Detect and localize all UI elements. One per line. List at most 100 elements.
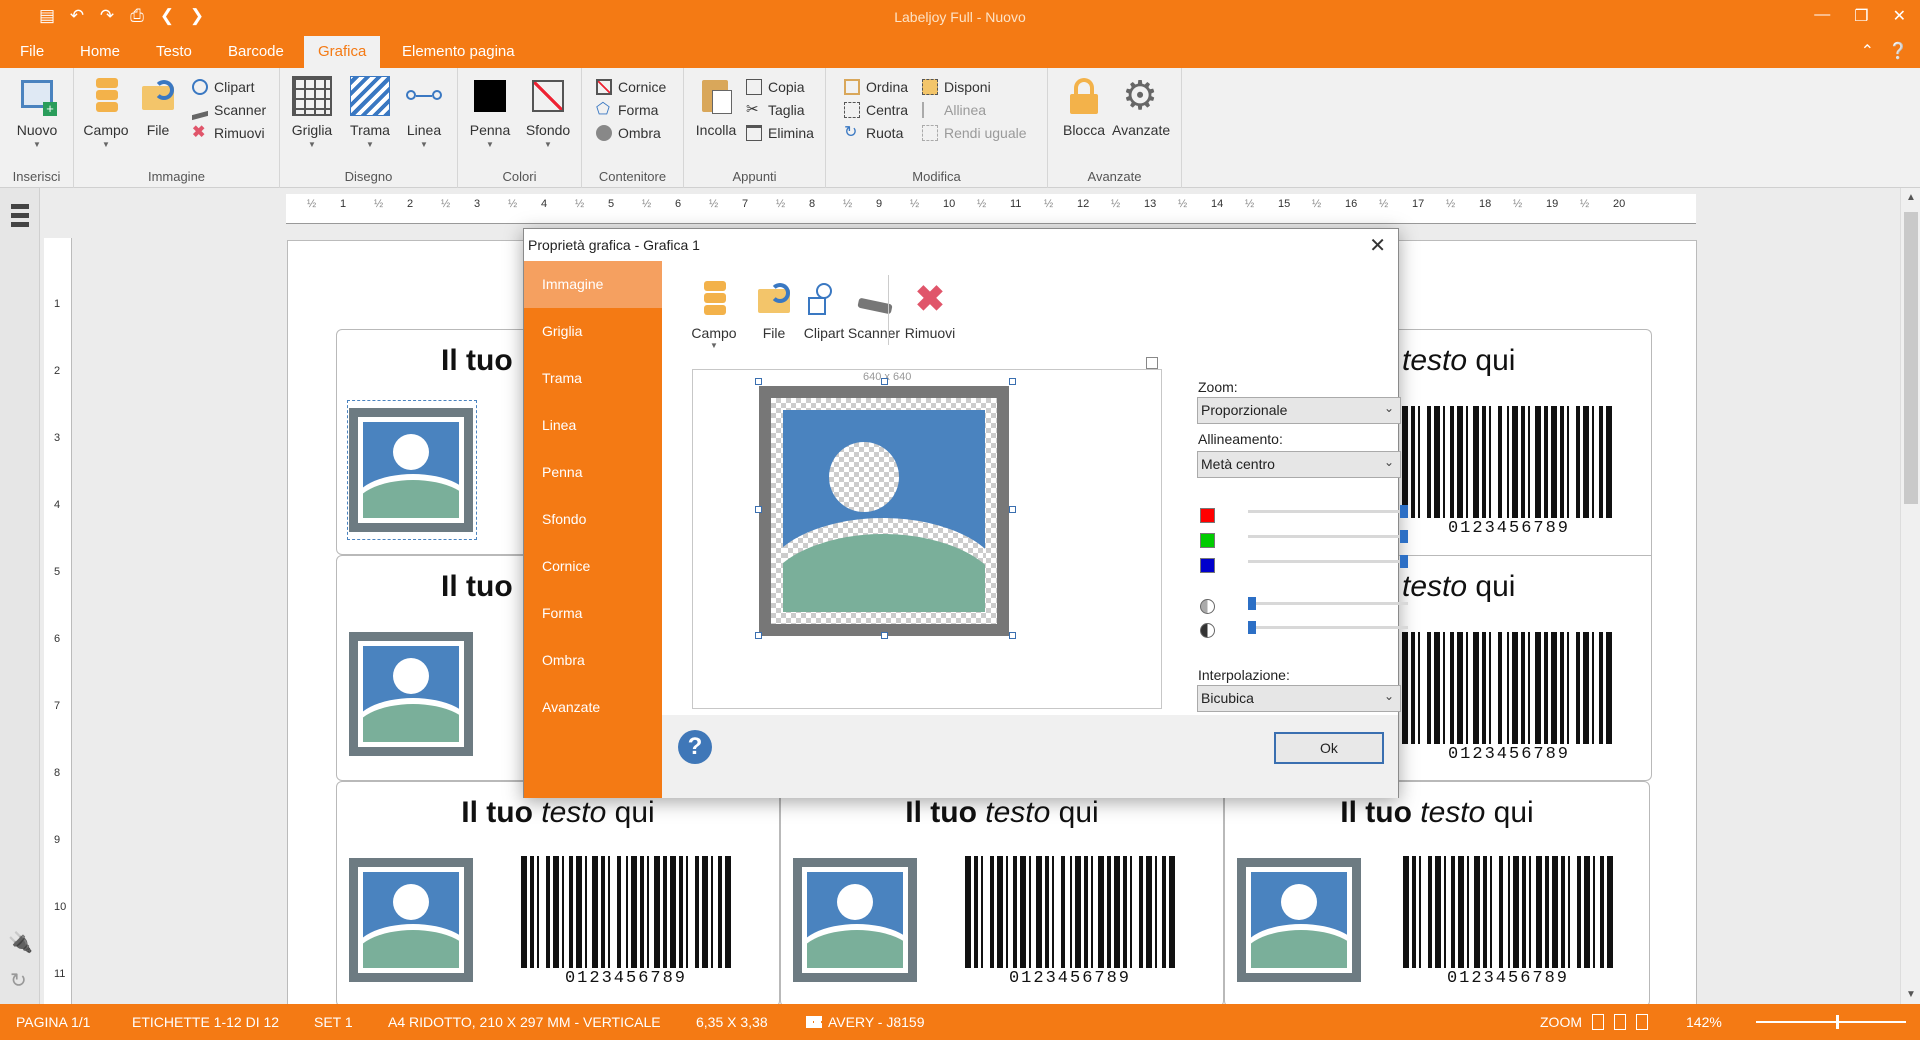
zoom-select[interactable]: Proporzionale ⌄ <box>1197 397 1401 424</box>
scroll-thumb[interactable] <box>1904 212 1918 504</box>
slider-thumb[interactable] <box>1248 621 1256 634</box>
elimina-button[interactable]: Elimina <box>746 122 814 144</box>
tab-elemento-pagina[interactable]: Elemento pagina <box>388 36 529 68</box>
blue-slider[interactable] <box>1248 555 1408 569</box>
sfondo-button[interactable]: Sfondo ▼ <box>520 76 576 149</box>
avanzate-button[interactable]: ⚙ Avanzate <box>1112 76 1170 138</box>
sidebar-item-avanzate[interactable]: Avanzate <box>524 684 662 731</box>
incolla-button[interactable]: Incolla <box>688 76 744 138</box>
slider-thumb[interactable] <box>1400 555 1408 568</box>
slider-thumb[interactable] <box>1400 505 1408 518</box>
resize-handle[interactable] <box>755 632 762 639</box>
resize-handle[interactable] <box>1009 506 1016 513</box>
label-8[interactable]: Il tuo testo qui 0123456789 <box>780 781 1224 1007</box>
sidebar-item-trama[interactable]: Trama <box>524 355 662 402</box>
scanner-button[interactable]: Scanner <box>192 99 266 121</box>
resize-handle[interactable] <box>755 378 762 385</box>
scroll-up-icon[interactable]: ▲ <box>1906 192 1916 203</box>
barcode[interactable]: 0123456789 <box>1400 406 1618 538</box>
label-7[interactable]: Il tuo testo qui 0123456789 <box>336 781 780 1007</box>
clipart-button[interactable]: Clipart <box>192 76 254 98</box>
tab-grafica[interactable]: Grafica <box>304 36 381 68</box>
dialog-rimuovi-button[interactable]: ✖ Rimuovi <box>900 279 960 342</box>
resize-handle[interactable] <box>881 632 888 639</box>
centra-button[interactable]: Centra <box>844 99 908 121</box>
zoom-slider-thumb[interactable] <box>1836 1015 1839 1029</box>
scroll-down-icon[interactable]: ▼ <box>1906 989 1916 1000</box>
dialog-campo-button[interactable]: Campo ▼ <box>684 279 744 350</box>
refresh-icon[interactable]: ↻ <box>10 968 27 993</box>
sidebar-item-sfondo[interactable]: Sfondo <box>524 496 662 543</box>
interpolation-select[interactable]: Bicubica ⌄ <box>1197 685 1401 712</box>
trama-button[interactable]: Trama ▼ <box>342 76 398 149</box>
blocca-button[interactable]: Blocca <box>1056 76 1112 138</box>
sidebar-item-cornice[interactable]: Cornice <box>524 543 662 590</box>
green-slider[interactable] <box>1248 530 1408 544</box>
vertical-scrollbar[interactable]: ▲ ▼ <box>1900 188 1920 1004</box>
ok-button[interactable]: Ok <box>1274 732 1384 764</box>
file-button[interactable]: File <box>130 76 186 138</box>
rimuovi-button[interactable]: ✖ Rimuovi <box>192 122 265 144</box>
griglia-button[interactable]: Griglia ▼ <box>284 76 340 149</box>
restore-icon[interactable]: ❐ <box>1854 6 1868 26</box>
resize-handle[interactable] <box>881 378 888 385</box>
brightness-slider[interactable] <box>1248 597 1408 611</box>
resize-handle[interactable] <box>1009 378 1016 385</box>
contrast-slider[interactable] <box>1248 621 1408 635</box>
tab-testo[interactable]: Testo <box>142 36 206 68</box>
copia-button[interactable]: Copia <box>746 76 805 98</box>
fit-page-icon[interactable] <box>1592 1014 1604 1030</box>
barcode[interactable]: 0123456789 <box>519 856 733 988</box>
fit-width-icon[interactable] <box>1614 1014 1626 1030</box>
sidebar-item-forma[interactable]: Forma <box>524 590 662 637</box>
slider-thumb[interactable] <box>1400 530 1408 543</box>
plugin-icon[interactable]: 🔌 <box>8 930 33 955</box>
label-image[interactable] <box>349 632 473 756</box>
taglia-button[interactable]: ✂ Taglia <box>746 99 805 121</box>
barcode[interactable]: 0123456789 <box>1400 632 1618 764</box>
label-9[interactable]: Il tuo testo qui 0123456789 <box>1224 781 1650 1007</box>
barcode[interactable]: 0123456789 <box>963 856 1177 988</box>
campo-button[interactable]: Campo ▼ <box>78 76 134 149</box>
cornice-button[interactable]: Cornice <box>596 76 666 98</box>
penna-button[interactable]: Penna ▼ <box>462 76 518 149</box>
label-image[interactable] <box>793 858 917 982</box>
red-slider[interactable] <box>1248 505 1408 519</box>
close-icon[interactable]: ✕ <box>1893 6 1906 26</box>
sidebar-item-immagine[interactable]: Immagine <box>524 261 662 308</box>
help-icon[interactable]: ❔ <box>1888 41 1908 61</box>
ombra-button[interactable]: Ombra <box>596 122 661 144</box>
dialog-close-button[interactable]: ✕ <box>1369 233 1386 258</box>
dialog-scanner-button[interactable]: Scanner <box>844 279 904 341</box>
panel-toggle-icon[interactable] <box>11 204 29 228</box>
help-button[interactable]: ? <box>678 730 712 764</box>
linea-button[interactable]: Linea ▼ <box>396 76 452 149</box>
sidebar-item-linea[interactable]: Linea <box>524 402 662 449</box>
slider-thumb[interactable] <box>1248 597 1256 610</box>
resize-handle[interactable] <box>755 506 762 513</box>
tab-home[interactable]: Home <box>66 36 134 68</box>
sidebar-item-penna[interactable]: Penna <box>524 449 662 496</box>
ordina-button[interactable]: Ordina <box>844 76 908 98</box>
fit-selection-icon[interactable] <box>1636 1014 1648 1030</box>
disponi-button[interactable]: Disponi <box>922 76 991 98</box>
zoom-slider[interactable] <box>1756 1015 1906 1029</box>
alignment-select[interactable]: Metà centro ⌄ <box>1197 451 1401 478</box>
collapse-ribbon-icon[interactable]: ⌃ <box>1861 41 1874 61</box>
ruota-button[interactable]: ↻ Ruota <box>844 122 903 144</box>
sidebar-item-ombra[interactable]: Ombra <box>524 637 662 684</box>
allinea-button[interactable]: Allinea <box>922 99 986 121</box>
forma-button[interactable]: ⬠ Forma <box>596 99 658 121</box>
sidebar-item-griglia[interactable]: Griglia <box>524 308 662 355</box>
selection-handle[interactable] <box>347 400 477 540</box>
barcode[interactable]: 0123456789 <box>1401 856 1615 988</box>
rendi-uguale-button[interactable]: Rendi uguale <box>922 122 1027 144</box>
preview-image-frame[interactable] <box>759 386 1009 636</box>
label-image[interactable] <box>1237 858 1361 982</box>
tab-barcode[interactable]: Barcode <box>214 36 298 68</box>
label-image[interactable] <box>349 858 473 982</box>
minimize-icon[interactable]: — <box>1814 6 1830 26</box>
tab-file[interactable]: File <box>6 36 58 68</box>
preview-options-icon[interactable] <box>1146 357 1158 369</box>
resize-handle[interactable] <box>1009 632 1016 639</box>
